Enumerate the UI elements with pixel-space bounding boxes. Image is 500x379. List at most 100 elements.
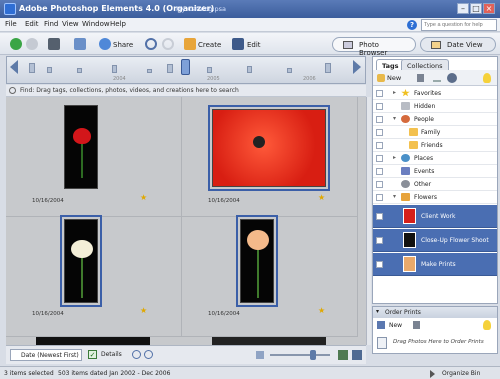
camera-icon[interactable] [48,38,60,50]
photo-thumbnail[interactable] [208,105,330,191]
maximize-button[interactable]: □ [470,3,482,14]
photo-thumbnail[interactable] [60,215,102,307]
collapse-arrow-icon[interactable]: ▾ [376,308,379,315]
new-order-icon[interactable] [377,321,385,329]
share-label[interactable]: Share [113,41,133,49]
tag-checkbox[interactable] [376,213,383,220]
single-photo-icon[interactable] [352,350,362,360]
forward-arrow-icon[interactable] [26,38,38,50]
menu-help[interactable]: Help [110,20,126,28]
small-thumbnails-icon[interactable] [256,351,264,359]
create-label[interactable]: Create [198,41,221,49]
tip-lightbulb-icon[interactable] [483,320,491,330]
collapse-arrow-icon[interactable]: ▾ [393,115,396,122]
photo-cell[interactable]: 10/16/2004 ★ [182,215,358,337]
tag-row-favorites[interactable]: ▸ Favorites [373,87,497,100]
new-tag-button[interactable]: New [387,74,401,82]
photo-browser-tab[interactable]: Photo Browser [332,37,416,57]
tag-row-people[interactable]: ▾ People [373,113,497,126]
photo-cell[interactable]: 10/16/2004 ★ [182,97,358,217]
tab-collections[interactable]: Collections [401,59,449,70]
timeline-bar[interactable] [47,67,52,73]
menu-edit[interactable]: Edit [25,20,39,28]
tag-row-make-prints[interactable]: Make Prints [373,253,497,276]
tag-checkbox[interactable] [376,90,383,97]
tag-checkbox[interactable] [376,142,383,149]
timeline-bar[interactable] [167,64,173,73]
details-checkbox[interactable]: ✓ [88,350,97,359]
menu-find[interactable]: Find [44,20,58,28]
tag-row-friends[interactable]: Friends [373,139,497,152]
create-icon[interactable] [184,38,196,50]
sort-dropdown[interactable]: Date (Newest First) [10,349,82,361]
photo-cell[interactable]: 10/16/2004 ★ [6,215,182,337]
tag-checkbox[interactable] [376,116,383,123]
large-thumbnail-icon[interactable] [338,350,348,360]
tag-row-flowers[interactable]: ▾ Flowers [373,191,497,204]
delete-order-icon[interactable] [413,321,420,329]
rotate-icon[interactable] [132,350,141,359]
rotate-left-icon[interactable] [145,38,157,50]
tag-checkbox[interactable] [376,168,383,175]
tag-checkbox[interactable] [376,181,383,188]
order-prints-header[interactable]: ▾ Order Prints [373,307,497,318]
tag-row-family[interactable]: Family [373,126,497,139]
timeline-marker[interactable] [181,59,190,75]
edit-tag-icon[interactable] [433,74,441,82]
find-bar[interactable]: Find: Drag tags, collections, photos, vi… [6,85,366,97]
zoom-slider-thumb[interactable] [310,350,316,360]
photo-thumbnail[interactable] [236,215,278,307]
date-view-tab[interactable]: Date View [420,37,496,52]
close-button[interactable]: × [483,3,495,14]
timeline[interactable]: 2004 2005 2006 [6,56,366,84]
menu-file[interactable]: File [5,20,17,28]
timeline-bar[interactable] [325,63,331,73]
timeline-bar[interactable] [112,65,117,73]
collapse-arrow-icon[interactable]: ▾ [393,193,396,200]
organize-bin-button[interactable]: Organize Bin [442,370,480,377]
tag-row-close-up-flower-shoot[interactable]: Close-Up Flower Shoot [373,229,497,252]
timeline-bar[interactable] [147,69,152,73]
timeline-bar[interactable] [207,67,212,73]
tip-lightbulb-icon[interactable] [483,73,491,83]
play-icon[interactable] [430,370,435,378]
back-arrow-icon[interactable] [10,38,22,50]
photo-thumbnail-partial[interactable] [212,337,326,345]
tag-checkbox[interactable] [376,237,383,244]
find-faces-icon[interactable] [447,73,457,83]
expand-arrow-icon[interactable]: ▸ [393,154,396,161]
timeline-bar[interactable] [247,66,252,73]
help-search-input[interactable] [421,19,497,31]
new-tag-icon[interactable] [377,74,385,82]
tag-checkbox[interactable] [376,155,383,162]
calendar-icon[interactable] [74,38,86,50]
timeline-right-arrow-icon[interactable] [353,60,361,74]
timeline-left-arrow-icon[interactable] [10,60,18,74]
menu-window[interactable]: Window [82,20,110,28]
tag-row-client-work[interactable]: Client Work [373,205,497,228]
expand-arrow-icon[interactable]: ▸ [393,89,396,96]
zoom-slider-track[interactable] [270,354,330,356]
tag-checkbox[interactable] [376,129,383,136]
tag-row-events[interactable]: Events [373,165,497,178]
tag-checkbox[interactable] [376,103,383,110]
grid-scrollbar[interactable] [366,97,371,345]
rotate-icon[interactable] [144,350,153,359]
photo-cell[interactable]: 10/16/2004 ★ [6,97,182,217]
rotate-right-icon[interactable] [162,38,174,50]
tag-checkbox[interactable] [376,194,383,201]
delete-tag-icon[interactable] [417,74,424,82]
edit-icon[interactable] [232,38,244,50]
menu-view[interactable]: View [62,20,79,28]
tag-row-hidden[interactable]: Hidden [373,100,497,113]
help-icon[interactable]: ? [407,20,417,30]
photo-thumbnail[interactable] [64,105,98,189]
tag-row-places[interactable]: ▸ Places [373,152,497,165]
new-order-button[interactable]: New [389,322,402,329]
tag-checkbox[interactable] [376,261,383,268]
edit-label[interactable]: Edit [247,41,261,49]
tag-row-other[interactable]: Other [373,178,497,191]
timeline-bar[interactable] [29,63,35,73]
minimize-button[interactable]: – [457,3,469,14]
photo-thumbnail-partial[interactable] [36,337,150,345]
